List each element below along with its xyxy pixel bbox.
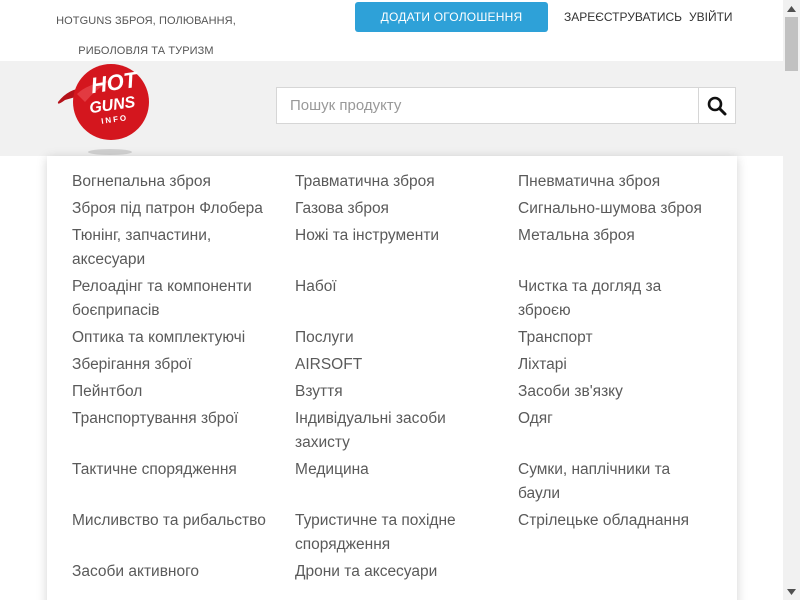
menu-item[interactable]: Травматична зброя [295, 170, 518, 197]
menu-item[interactable]: Пейнтбол [72, 380, 295, 407]
menu-item[interactable]: Тактичне спорядження [72, 458, 295, 509]
register-link[interactable]: ЗАРЕЄСТРУВАТИСЬ [564, 10, 682, 24]
menu-item[interactable]: Одяг [518, 407, 728, 458]
caret-down-icon [787, 588, 796, 595]
top-bar: HOTGUNS ЗБРОЯ, ПОЛЮВАННЯ, РИБОЛОВЛЯ ТА Т… [0, 0, 783, 61]
menu-item[interactable]: Пневматична зброя [518, 170, 728, 197]
search-input[interactable] [277, 88, 699, 123]
menu-item[interactable]: Оптика та комплектуючі [72, 326, 295, 353]
menu-item[interactable]: Туристичне та похідне спорядження [295, 509, 518, 560]
caret-up-icon [787, 5, 796, 12]
menu-item[interactable]: Дрони та аксесуари [295, 560, 518, 587]
menu-item[interactable]: Чистка та догляд за зброєю [518, 275, 728, 326]
menu-item[interactable]: Індивідуальні засоби захисту [295, 407, 518, 458]
search-button[interactable] [698, 88, 735, 123]
menu-item[interactable]: Тюнінг, запчастини, аксесуари [72, 224, 295, 275]
menu-item[interactable]: Сумки, наплічники та баули [518, 458, 728, 509]
menu-item[interactable]: Стрілецьке обладнання [518, 509, 728, 560]
menu-item[interactable]: Зброя під патрон Флобера [72, 197, 295, 224]
menu-item[interactable]: Мисливство та рибальство [72, 509, 295, 560]
category-menu: Вогнепальна зброя Травматична зброя Пнев… [47, 156, 737, 600]
scroll-up-arrow[interactable] [783, 0, 800, 17]
scroll-down-arrow[interactable] [783, 583, 800, 600]
search-icon [707, 96, 727, 115]
menu-item[interactable]: Метальна зброя [518, 224, 728, 275]
page-scrollbar[interactable] [783, 0, 800, 600]
menu-item[interactable]: Газова зброя [295, 197, 518, 224]
site-tagline: HOTGUNS ЗБРОЯ, ПОЛЮВАННЯ, РИБОЛОВЛЯ ТА Т… [56, 15, 236, 57]
menu-item[interactable]: Вогнепальна зброя [72, 170, 295, 197]
menu-item[interactable]: Транспортування зброї [72, 407, 295, 458]
menu-item[interactable]: Ножі та інструменти [295, 224, 518, 275]
menu-item[interactable]: Взуття [295, 380, 518, 407]
scroll-thumb[interactable] [785, 17, 798, 71]
login-link[interactable]: УВІЙТИ [689, 10, 733, 24]
category-grid: Вогнепальна зброя Травматична зброя Пнев… [72, 170, 732, 587]
add-listing-button[interactable]: ДОДАТИ ОГОЛОШЕННЯ [355, 2, 548, 32]
menu-item[interactable]: Засоби активного [72, 560, 295, 587]
menu-item[interactable]: Медицина [295, 458, 518, 509]
menu-item[interactable]: Послуги [295, 326, 518, 353]
menu-item[interactable]: Транспорт [518, 326, 728, 353]
menu-item[interactable]: Набої [295, 275, 518, 326]
menu-item[interactable]: AIRSOFT [295, 353, 518, 380]
site-logo[interactable]: HOT GUNS INFO [55, 62, 155, 157]
menu-item[interactable]: Сигнально-шумова зброя [518, 197, 728, 224]
menu-item[interactable]: Релоадінг та компоненти боєприпасів [72, 275, 295, 326]
menu-item[interactable]: Зберігання зброї [72, 353, 295, 380]
search-box [276, 87, 736, 124]
menu-item[interactable]: Засоби зв'язку [518, 380, 728, 407]
menu-item[interactable]: Ліхтарі [518, 353, 728, 380]
hotguns-logo-icon: HOT GUNS INFO [57, 64, 149, 155]
